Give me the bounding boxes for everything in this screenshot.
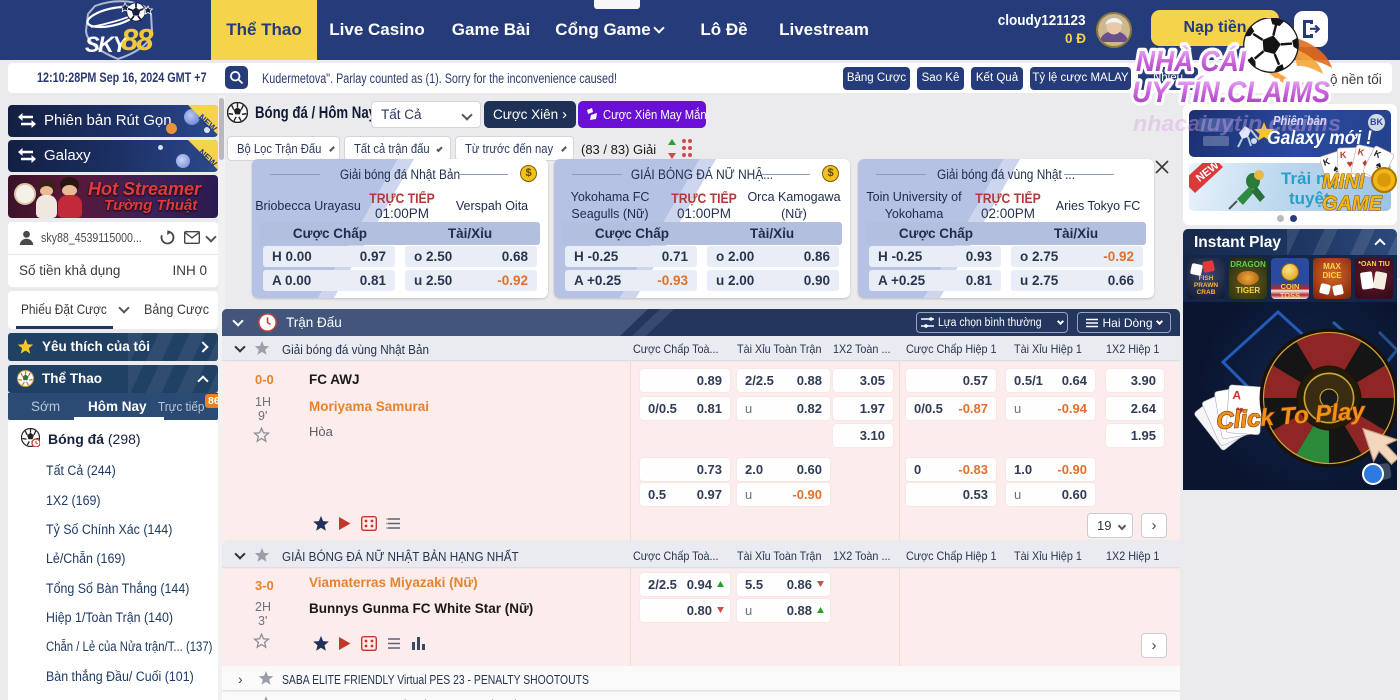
- svg-text:GAME: GAME: [1322, 193, 1383, 214]
- svg-text:MINI: MINI: [1322, 171, 1365, 193]
- svg-text:88: 88: [121, 22, 154, 57]
- svg-text:A: A: [1232, 388, 1242, 403]
- svg-text:NEW: NEW: [1194, 163, 1222, 185]
